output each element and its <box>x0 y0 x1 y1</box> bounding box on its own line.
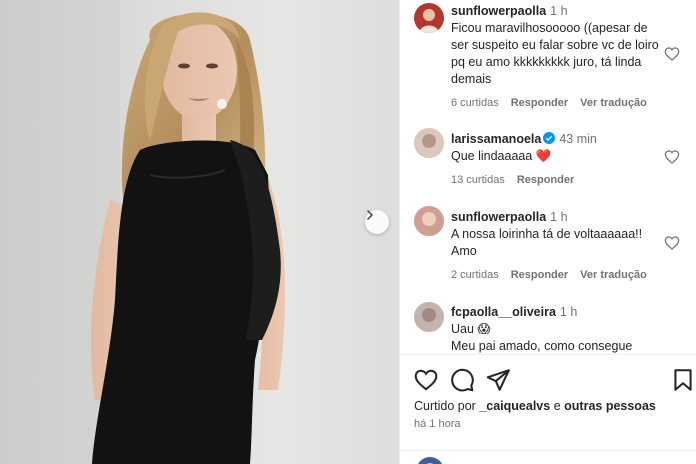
heart-icon[interactable] <box>664 235 680 251</box>
avatar[interactable] <box>414 302 444 332</box>
comment-icon[interactable] <box>449 367 475 393</box>
photo-illustration <box>0 0 286 464</box>
liked-by-others[interactable]: outras pessoas <box>564 399 656 413</box>
scream-emoji: 😱 <box>477 322 491 336</box>
post-actions: Curtido por _caiquealvs e outras pessoas… <box>400 354 696 464</box>
comment-time[interactable]: 1 h <box>560 305 577 319</box>
heart-icon[interactable] <box>664 46 680 62</box>
comment-text: Uau <box>451 322 474 336</box>
heart-icon[interactable] <box>413 367 439 393</box>
verified-badge-icon <box>543 132 556 144</box>
avatar[interactable] <box>414 128 444 158</box>
comment-time[interactable]: 43 min <box>559 132 597 146</box>
comment-text: Ficou maravilhosooooo ((apesar de ser su… <box>451 21 659 86</box>
see-translation-button[interactable]: Ver tradução <box>580 269 647 281</box>
comments-list[interactable]: sunflowerpaolla 1 h Ficou maravilhosooooo… <box>400 0 696 354</box>
comment-likes[interactable]: 13 curtidas <box>451 174 505 186</box>
see-translation-button[interactable]: Ver tradução <box>580 97 647 109</box>
comment-text: Que lindaaaaa <box>451 149 533 163</box>
comment-username[interactable]: sunflowerpaolla <box>451 210 546 224</box>
liked-by[interactable]: Curtido por _caiquealvs e outras pessoas <box>414 399 656 413</box>
liked-by-joiner: e <box>553 399 561 413</box>
share-icon[interactable] <box>485 367 511 393</box>
reply-button[interactable]: Responder <box>511 269 568 281</box>
avatar[interactable] <box>414 206 444 236</box>
post-sidebar: sunflowerpaolla 1 h Ficou maravilhosooooo… <box>399 0 696 464</box>
comment-username[interactable]: larissamanoela <box>451 132 541 146</box>
avatar[interactable] <box>416 457 444 464</box>
comment-username[interactable]: fcpaolla__oliveira <box>451 305 556 319</box>
comment-likes[interactable]: 2 curtidas <box>451 269 499 281</box>
post-photo[interactable] <box>0 0 399 464</box>
reply-button[interactable]: Responder <box>517 174 574 186</box>
next-photo-button[interactable] <box>365 210 389 234</box>
post-time[interactable]: há 1 hora <box>414 418 460 430</box>
bookmark-icon[interactable] <box>670 367 696 393</box>
liked-by-user[interactable]: _caiquealvs <box>479 399 550 413</box>
chevron-right-icon <box>367 210 373 220</box>
avatar[interactable] <box>414 3 444 33</box>
comment-time[interactable]: 1 h <box>550 4 567 18</box>
divider <box>400 450 696 451</box>
comment-likes[interactable]: 6 curtidas <box>451 97 499 109</box>
comment-text: A nossa loirinha tá de voltaaaaaa!! Amo <box>451 227 643 258</box>
heart-icon[interactable] <box>664 149 680 165</box>
comment-username[interactable]: sunflowerpaolla <box>451 4 546 18</box>
comment-time[interactable]: 1 h <box>550 210 567 224</box>
red-heart-emoji: ❤️ <box>535 149 552 163</box>
reply-button[interactable]: Responder <box>511 97 568 109</box>
liked-by-prefix: Curtido por <box>414 399 476 413</box>
comment-text-continued: Meu pai amado, como consegue <box>451 339 633 353</box>
